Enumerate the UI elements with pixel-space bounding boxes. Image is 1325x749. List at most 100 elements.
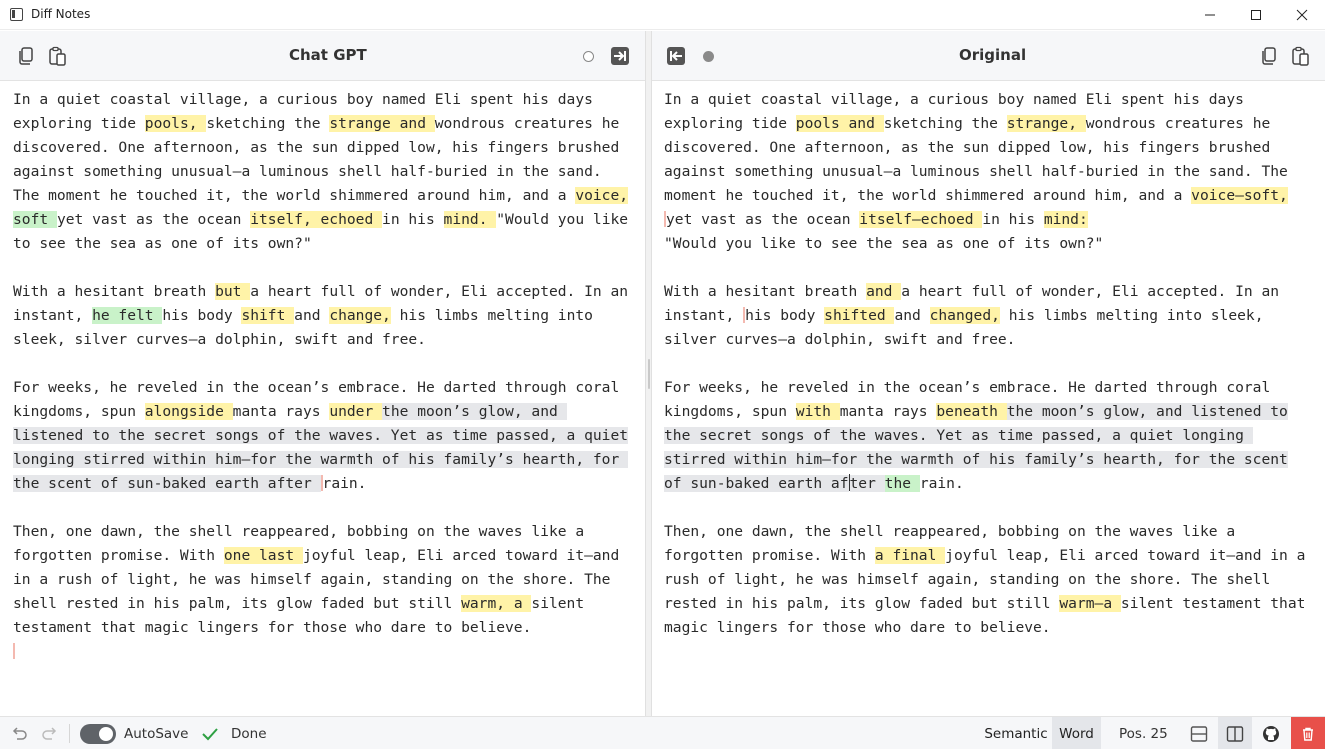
text-line: to see the sea as one of its own?"	[13, 232, 645, 256]
text-line: the scent of sun-baked earth after rain.	[13, 472, 645, 496]
text-line: kingdoms, spun with manta rays beneath t…	[664, 400, 1325, 424]
text-line: yet vast as the ocean itself—echoed in h…	[664, 208, 1325, 232]
app-icon	[10, 8, 23, 21]
text-segment: shell rested in his palm, its glow faded…	[13, 595, 462, 612]
close-button[interactable]	[1279, 0, 1325, 30]
text-line	[13, 256, 645, 280]
right-pane-title: Original	[959, 46, 1027, 64]
text-line: exploring tide pools and sketching the s…	[664, 112, 1325, 136]
text-segment: in a rush of light, he was himself again…	[13, 571, 611, 588]
text-line: Then, one dawn, the shell reappeared, bo…	[664, 520, 1325, 544]
paste-button-left[interactable]	[45, 44, 69, 68]
unsaved-indicator-right	[703, 51, 714, 62]
trash-icon	[1303, 727, 1313, 741]
undo-icon[interactable]	[10, 725, 28, 743]
pane-resize-handle[interactable]	[645, 31, 652, 716]
copy-button-left[interactable]	[14, 44, 38, 68]
changed-text: shift	[241, 307, 295, 324]
moved-text: of sun-baked earth af	[664, 475, 849, 492]
changed-text: pools,	[144, 115, 207, 132]
text-segment: instant,	[13, 307, 93, 324]
text-line: Then, one dawn, the shell reappeared, bo…	[13, 520, 645, 544]
text-line: kingdoms, spun alongside manta rays unde…	[13, 400, 645, 424]
text-segment: kingdoms, spun	[664, 403, 796, 420]
left-pane-header: Chat GPT	[0, 31, 645, 81]
text-segment: instant,	[664, 307, 744, 324]
maximize-button[interactable]	[1233, 0, 1279, 30]
changed-text: strange,	[1006, 115, 1086, 132]
text-segment: moment he touched it, the world shimmere…	[664, 187, 1192, 204]
changed-text: voice—soft,	[1191, 187, 1288, 204]
copy-icon	[19, 47, 33, 65]
changed-text: under	[329, 403, 383, 420]
toggle-knob	[99, 727, 113, 741]
text-line: forgotten promise. With a final joyful l…	[664, 544, 1325, 568]
layout-side-by-side-button[interactable]	[1218, 717, 1252, 749]
redo-icon[interactable]	[41, 725, 59, 743]
text-line: sleek, silver curves—a dolphin, swift an…	[13, 328, 645, 352]
changed-text: a final	[874, 547, 946, 564]
autosave-toggle[interactable]	[80, 724, 116, 744]
right-text-editor[interactable]: In a quiet coastal village, a curious bo…	[652, 88, 1325, 640]
text-segment: his body	[745, 307, 825, 324]
text-segment: a heart full of wonder, Eli accepted. In…	[901, 283, 1280, 300]
text-line: magic lingers for those who dare to beli…	[664, 616, 1325, 640]
left-pane-title: Chat GPT	[289, 46, 367, 64]
changed-text: changed,	[929, 307, 1000, 324]
text-line: instant, his body shifted and changed, h…	[664, 304, 1325, 328]
text-segment: Then, one dawn, the shell reappeared, bo…	[13, 523, 585, 540]
text-line: rested in his palm, its glow faded but s…	[664, 592, 1325, 616]
text-segment: yet vast as the ocean	[666, 211, 860, 228]
left-text-editor[interactable]: In a quiet coastal village, a curious bo…	[0, 88, 645, 664]
copy-to-right-button[interactable]	[608, 44, 632, 68]
check-icon	[202, 728, 218, 741]
text-line: In a quiet coastal village, a curious bo…	[664, 88, 1325, 112]
text-segment: silver curves—a dolphin, swift and free.	[664, 331, 1016, 348]
copy-button-right[interactable]	[1257, 44, 1281, 68]
window-title: Diff Notes	[31, 7, 91, 21]
layout-stacked-icon[interactable]	[1190, 725, 1208, 743]
deleted-marker	[13, 643, 15, 659]
text-segment: sketching the	[883, 115, 1007, 132]
text-segment: manta rays	[839, 403, 937, 420]
text-line: "Would you like to see the sea as one of…	[664, 232, 1325, 256]
changed-text: itself, echoed	[250, 211, 383, 228]
text-segment: against something unusual—a luminous she…	[664, 163, 1288, 180]
clear-button[interactable]	[1291, 717, 1325, 749]
mode-semantic-button[interactable]: Semantic	[982, 717, 1050, 749]
changed-text: one last	[223, 547, 303, 564]
text-segment: In a quiet coastal village, a curious bo…	[13, 91, 593, 108]
moved-text: the moon’s glow, and	[382, 403, 567, 420]
text-segment: rain.	[322, 475, 367, 492]
changed-text: and	[866, 283, 902, 300]
github-icon[interactable]	[1262, 725, 1280, 743]
text-segment: in his	[982, 211, 1044, 228]
moved-text: longing stirred within him—for the warmt…	[13, 451, 629, 468]
text-segment: joyful leap, Eli arced toward it—and	[302, 547, 620, 564]
text-segment: exploring tide	[664, 115, 796, 132]
copy-to-left-button[interactable]	[664, 44, 688, 68]
changed-text: mind.	[443, 211, 497, 228]
text-segment: against something unusual—a luminous she…	[13, 163, 602, 180]
text-segment: sleek, silver curves—a dolphin, swift an…	[13, 331, 426, 348]
text-line	[13, 352, 645, 376]
status-separator	[69, 724, 70, 743]
text-segment: silent	[531, 595, 585, 612]
minimize-button[interactable]	[1187, 0, 1233, 30]
text-line	[13, 496, 645, 520]
text-line	[664, 256, 1325, 280]
mode-word-button[interactable]: Word	[1052, 717, 1101, 749]
text-line: For weeks, he reveled in the ocean’s emb…	[664, 376, 1325, 400]
changed-text: but	[215, 283, 251, 300]
text-segment: With a hesitant breath	[13, 283, 216, 300]
added-text: the	[884, 475, 920, 492]
text-line	[13, 640, 645, 664]
text-segment: "Would you like	[496, 211, 629, 228]
autosave-label: AutoSave	[124, 726, 189, 742]
text-segment: For weeks, he reveled in the ocean’s emb…	[664, 379, 1271, 396]
text-segment: rain.	[919, 475, 964, 492]
moved-text: the scent of sun-baked earth after	[13, 475, 321, 492]
changed-text: pools and	[795, 115, 884, 132]
text-segment: exploring tide	[13, 115, 145, 132]
paste-button-right[interactable]	[1288, 44, 1312, 68]
